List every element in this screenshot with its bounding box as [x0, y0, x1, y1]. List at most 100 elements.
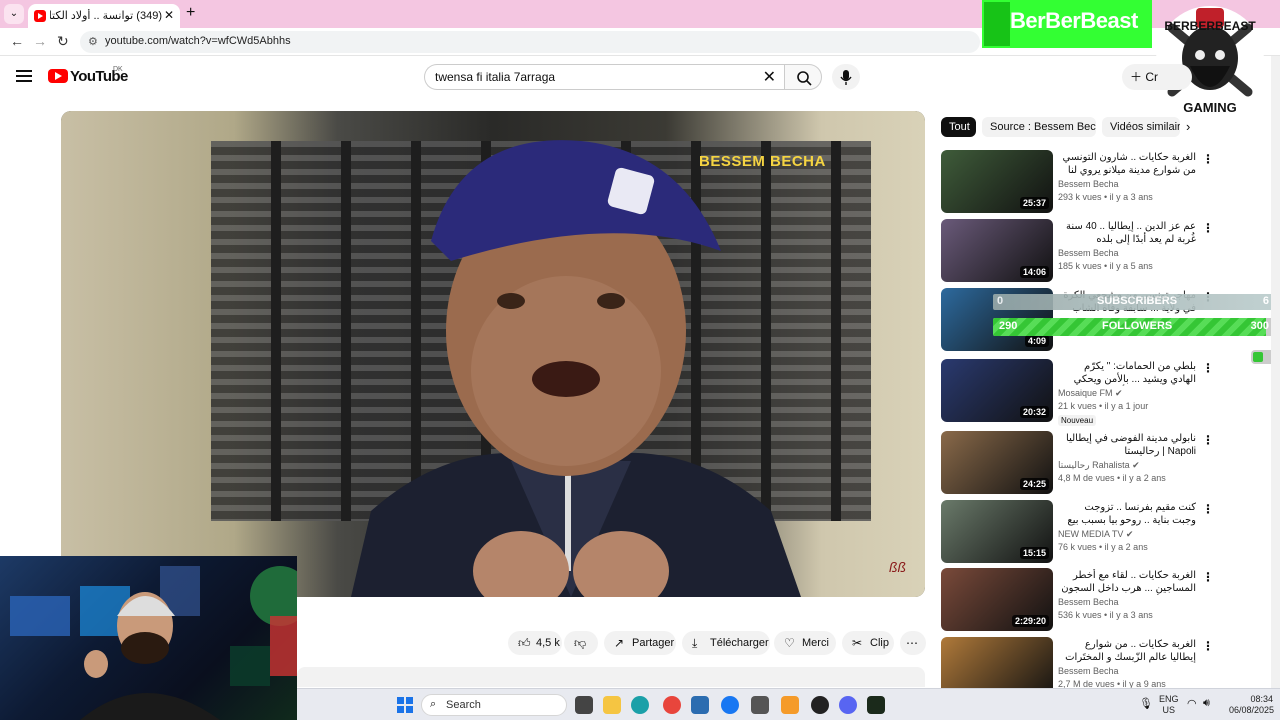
- more-vertical-icon[interactable]: ⋮: [1202, 361, 1214, 375]
- new-badge: Nouveau: [1058, 415, 1097, 426]
- volume-icon[interactable]: 🔊︎: [1203, 697, 1210, 710]
- task-view-icon[interactable]: [575, 696, 593, 714]
- search-input-value[interactable]: twensa fi italia 7arraga: [435, 70, 555, 84]
- app-a-icon[interactable]: [781, 696, 799, 714]
- clip-button[interactable]: ✂ Clip: [842, 631, 894, 655]
- streamlabs-icon[interactable]: [867, 696, 885, 714]
- recommendation-title[interactable]: الغربة حكايات .. لقاء مع أخطر المساجين .…: [1058, 569, 1196, 595]
- file-explorer-icon[interactable]: [603, 696, 621, 714]
- recommendation-thumbnail[interactable]: 15:15: [941, 500, 1053, 563]
- video-duration: 4:09: [1024, 335, 1049, 347]
- forward-icon[interactable]: →: [33, 33, 47, 49]
- video-player[interactable]: BESSEM BECHA ßß: [61, 111, 925, 597]
- taskbar-search[interactable]: ⌕ Search: [421, 694, 567, 716]
- recommendation-channel[interactable]: رحاليستا Rahalista ✔: [1058, 460, 1140, 471]
- more-vertical-icon[interactable]: ⋮: [1202, 502, 1214, 516]
- taskbar-search-icon: ⌕: [430, 698, 437, 710]
- more-vertical-icon[interactable]: ⋮: [1202, 570, 1214, 584]
- menu-icon[interactable]: [16, 70, 32, 82]
- windows-start-icon[interactable]: [397, 697, 413, 713]
- youtube-header: YouTube DK twensa fi italia 7arraga ✕ ＋ …: [0, 56, 1280, 100]
- voice-search-button[interactable]: [832, 64, 860, 90]
- channel-name: Bessem Becha: [1058, 248, 1119, 258]
- chips-next-icon[interactable]: ›: [1186, 119, 1190, 134]
- recommendation-channel[interactable]: Bessem Becha: [1058, 248, 1119, 258]
- obs-icon[interactable]: [811, 696, 829, 714]
- browser-tab-active[interactable]: (349) توانسة .. أولاد الكتارية ✕: [28, 4, 180, 28]
- site-info-icon[interactable]: ⚙: [88, 35, 98, 48]
- chrome-browser-icon[interactable]: [663, 696, 681, 714]
- recommendation-title[interactable]: نابولي مدينة الفوضى في إيطاليا Napoli | …: [1058, 432, 1196, 458]
- emblem-top-text: BERBERBEAST: [1164, 19, 1256, 33]
- recommendation-meta: 4,8 M de vues • il y a 2 ans: [1058, 473, 1166, 483]
- video-brand-watermark: BESSEM BECHA: [699, 153, 826, 170]
- recommendation-thumbnail[interactable]: 14:06: [941, 219, 1053, 282]
- lang-code: ENG: [1159, 694, 1179, 704]
- recommendation-item[interactable]: 20:32 بلطي من الحمامات: " يكرّم الهادي وي…: [941, 359, 1214, 426]
- discord-icon[interactable]: [839, 696, 857, 714]
- tab-search-menu-button[interactable]: ⌄: [4, 4, 24, 24]
- new-tab-button[interactable]: +: [186, 4, 195, 22]
- recommendation-thumbnail[interactable]: 2:29:20: [941, 568, 1053, 631]
- recommendation-title[interactable]: الغربة حكايات .. شارون التونسي من شوارع …: [1058, 151, 1196, 177]
- like-count: 4,5 k: [536, 637, 560, 649]
- chip-similar[interactable]: Vidéos similaires: [1102, 117, 1180, 137]
- plus-icon: ＋: [1130, 70, 1146, 84]
- recommendation-thumbnail[interactable]: 24:25: [941, 431, 1053, 494]
- recommendation-item[interactable]: 24:25 نابولي مدينة الفوضى في إيطاليا Napo…: [941, 431, 1214, 495]
- more-horizontal-icon: ⋯: [906, 636, 918, 650]
- recommendation-channel[interactable]: Bessem Becha: [1058, 597, 1119, 607]
- recommendation-title[interactable]: عم عز الدين .. إيطاليا .. 40 سنة غُربة ل…: [1058, 220, 1196, 246]
- chip-all[interactable]: Tout: [941, 117, 976, 137]
- microphone-tray-icon[interactable]: 🎙︎: [1139, 697, 1153, 710]
- wifi-icon[interactable]: ◠: [1187, 697, 1197, 710]
- store-icon[interactable]: [691, 696, 709, 714]
- recommendation-item[interactable]: 25:37 الغربة حكايات .. شارون التونسي من ش…: [941, 150, 1214, 214]
- recommendation-title[interactable]: بلطي من الحمامات: " يكرّم الهادي ويشيد .…: [1058, 360, 1196, 386]
- share-button[interactable]: ↗ Partager: [604, 631, 676, 655]
- download-button[interactable]: ⤓ Télécharger: [682, 631, 770, 655]
- description-box[interactable]: [297, 667, 925, 687]
- system-clock[interactable]: 08:34 06/08/2025: [1229, 694, 1274, 716]
- download-label: Télécharger: [710, 637, 769, 649]
- recommendation-item[interactable]: 14:06 عم عز الدين .. إيطاليا .. 40 سنة غُ…: [941, 219, 1214, 283]
- recommendation-channel[interactable]: Bessem Becha: [1058, 179, 1119, 189]
- recommendation-thumbnail[interactable]: 25:37: [941, 150, 1053, 213]
- recommendation-item[interactable]: 2:29:20 الغربة حكايات .. لقاء مع أخطر الم…: [941, 568, 1214, 632]
- address-bar[interactable]: ⚙ youtube.com/watch?v=wfCWd5Abhhs: [80, 31, 980, 53]
- share-icon: ↗: [614, 636, 625, 650]
- more-vertical-icon[interactable]: ⋮: [1202, 433, 1214, 447]
- search-input[interactable]: twensa fi italia 7arraga ✕: [424, 64, 784, 90]
- close-tab-icon[interactable]: ✕: [164, 8, 174, 22]
- search-button[interactable]: [784, 64, 822, 90]
- back-icon[interactable]: ←: [10, 33, 24, 49]
- dislike-button[interactable]: 👎︎: [564, 631, 598, 655]
- address-bar-url[interactable]: youtube.com/watch?v=wfCWd5Abhhs: [105, 35, 291, 47]
- edge-browser-icon[interactable]: [631, 696, 649, 714]
- like-button[interactable]: 👍︎ 4,5 k: [508, 631, 562, 655]
- more-actions-button[interactable]: ⋯: [900, 631, 926, 655]
- chip-source[interactable]: Source : Bessem Becha: [982, 117, 1096, 137]
- subscribers-goal-bar: 0 SUBSCRIBERS 6: [993, 294, 1273, 310]
- more-vertical-icon[interactable]: ⋮: [1202, 221, 1214, 235]
- more-vertical-icon[interactable]: ⋮: [1202, 639, 1214, 653]
- recommendation-channel[interactable]: NEW MEDIA TV ✔: [1058, 529, 1133, 540]
- more-vertical-icon[interactable]: ⋮: [1202, 152, 1214, 166]
- youtube-logo-icon[interactable]: [48, 69, 68, 83]
- page-scrollbar[interactable]: [1271, 56, 1280, 688]
- recommendation-item[interactable]: 15:15 كنت مقيم بفرنسا .. تزوجت وجبت بناية…: [941, 500, 1214, 564]
- recommendation-thumbnail[interactable]: 20:32: [941, 359, 1053, 422]
- verified-icon: ✔: [1132, 460, 1140, 470]
- thumbs-up-icon: 👍︎: [518, 636, 531, 650]
- clear-search-icon[interactable]: ✕: [763, 67, 776, 87]
- unity-icon[interactable]: [751, 696, 769, 714]
- reload-icon[interactable]: ↻: [57, 33, 69, 50]
- recommendation-title[interactable]: كنت مقيم بفرنسا .. تزوجت وجبت بناية .. ر…: [1058, 501, 1196, 527]
- facebook-icon[interactable]: [721, 696, 739, 714]
- input-language[interactable]: ENG US: [1159, 694, 1179, 716]
- recommendation-channel[interactable]: Mosaique FM ✔: [1058, 388, 1123, 399]
- recommendation-title[interactable]: الغربة حكايات .. من شوارع إيطاليا عالم ا…: [1058, 638, 1196, 664]
- create-button[interactable]: ＋ Cr: [1122, 64, 1192, 90]
- thanks-button[interactable]: ♡ Merci: [774, 631, 836, 655]
- recommendation-channel[interactable]: Bessem Becha: [1058, 666, 1119, 676]
